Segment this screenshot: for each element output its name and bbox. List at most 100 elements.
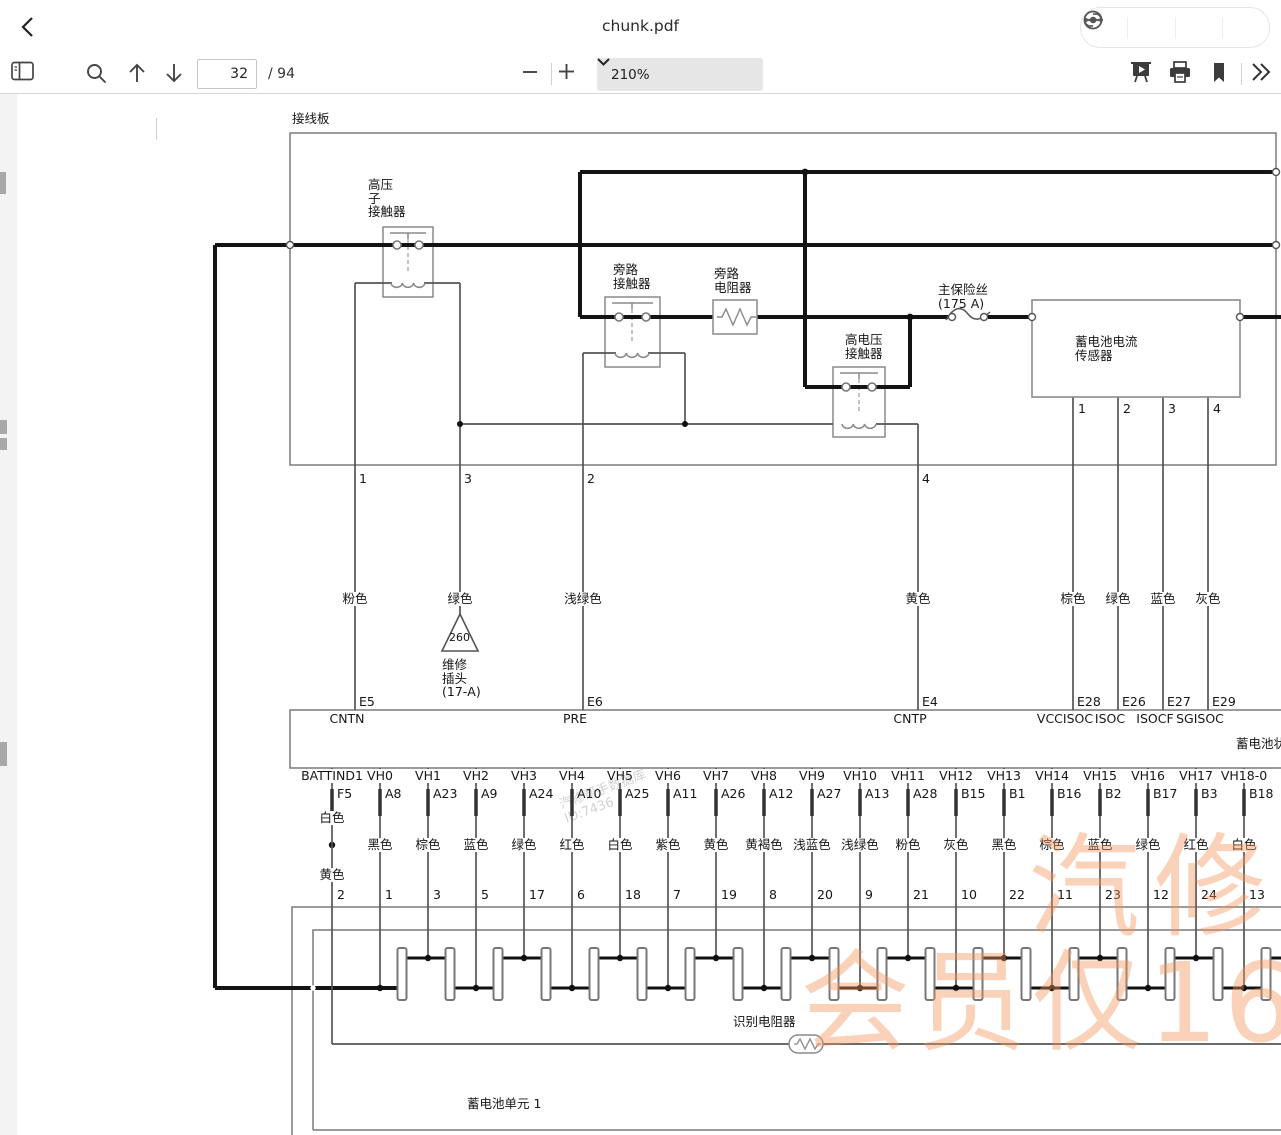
cell-wire-color: 黄褐色 — [744, 838, 784, 852]
cell-wire-color: 紫色 — [654, 838, 681, 852]
minimize-icon[interactable] — [1128, 8, 1174, 47]
cell-wire-vh: BATTIND1 — [300, 769, 364, 783]
cell-wire-pin: A10 — [577, 787, 601, 801]
cell-wire-color: 白色 — [1230, 838, 1257, 852]
cell-wire-vh: VH6 — [654, 769, 682, 783]
cell-wire-num: 17 — [529, 888, 545, 902]
terminal-wire-color: 浅绿色 — [563, 592, 603, 606]
cell-wire-pin: F5 — [337, 787, 352, 801]
cell-wire-vh: VH13 — [986, 769, 1022, 783]
cell-wire-num: 3 — [433, 888, 441, 902]
cell-wire-color: 蓝色 — [462, 838, 489, 852]
more-tools-icon[interactable] — [1248, 62, 1274, 86]
zoom-select[interactable]: 210% — [597, 58, 763, 91]
cell-wire-num: 24 — [1201, 888, 1217, 902]
cell-wire-color: 黑色 — [990, 838, 1017, 852]
cell-wire-pin: B18 — [1249, 787, 1273, 801]
cell-wire-num: 23 — [1105, 888, 1121, 902]
page-total: / 94 — [268, 66, 295, 82]
print-icon[interactable] — [1168, 61, 1194, 87]
presentation-icon[interactable] — [1129, 61, 1155, 87]
cell-wire-vh: VH11 — [890, 769, 926, 783]
service-plug-number: 260 — [449, 631, 470, 645]
terminal-wire-color: 棕色 — [1059, 592, 1086, 606]
cell-wire-vh: VH5 — [606, 769, 634, 783]
cell-wire-pin: B1 — [1009, 787, 1026, 801]
record-target-icon[interactable] — [1223, 8, 1269, 47]
terminal-wire-color: 绿色 — [446, 592, 473, 606]
board-wire-num: 2 — [587, 472, 595, 486]
chevron-down-icon — [597, 58, 610, 66]
zoom-out-icon[interactable] — [522, 64, 544, 84]
cell-wire-color: 绿色 — [510, 838, 537, 852]
battery-unit-label: 蓄电池单元 1 — [467, 1097, 541, 1111]
cell-wire-num: 9 — [865, 888, 873, 902]
cell-wire-vh: VH15 — [1082, 769, 1118, 783]
resistor-and-sensor — [442, 300, 1240, 1053]
terminal-wire-color: 蓝色 — [1149, 592, 1176, 606]
save-bookmark-icon[interactable] — [1208, 61, 1232, 87]
cell-wire-color: 粉色 — [894, 838, 921, 852]
toolbar-divider — [551, 63, 552, 85]
cell-wire-color: 黑色 — [366, 838, 393, 852]
terminal-wire-pin: E5 — [359, 695, 375, 709]
cell-wire-pin: B3 — [1201, 787, 1218, 801]
cell-wire-num: 18 — [625, 888, 641, 902]
page-panel-icon[interactable] — [11, 61, 37, 87]
terminal-wire-color: 黄色 — [904, 592, 931, 606]
cell-wire-pin: A9 — [481, 787, 498, 801]
cell-wire-vh: VH16 — [1130, 769, 1166, 783]
cell-wire-vh: VH18-0 — [1220, 769, 1268, 783]
cell-wire-num: 6 — [577, 888, 585, 902]
cell-wire-pin: A11 — [673, 787, 697, 801]
terminal-wire-pin: E29 — [1212, 695, 1236, 709]
cell-wire-color: 棕色 — [1038, 838, 1065, 852]
cell-wire-color: 绿色 — [1134, 838, 1161, 852]
window-controls-pill — [1080, 7, 1270, 48]
cell-wire-color: 灰色 — [942, 838, 969, 852]
toolbar-divider — [156, 118, 157, 140]
terminal-wire-pin: E26 — [1122, 695, 1146, 709]
cell-wire-vh: VH4 — [558, 769, 586, 783]
cell-wire-num: 22 — [1009, 888, 1025, 902]
cell-wire-pin: A24 — [529, 787, 553, 801]
terminal-wire-name: VCCISOC — [1037, 712, 1093, 726]
cell-wire-pin: A28 — [913, 787, 937, 801]
cell-wire-color: 白色 — [606, 838, 633, 852]
cell-wire-color: 红色 — [1182, 838, 1209, 852]
cell-wire-pin: A26 — [721, 787, 745, 801]
cell-wire-vh: VH8 — [750, 769, 778, 783]
cell-wire-vh: VH7 — [702, 769, 730, 783]
board-wire-num: 3 — [464, 472, 472, 486]
cell-wire-num: 20 — [817, 888, 833, 902]
cell-wire-vh: VH17 — [1178, 769, 1214, 783]
terminal-wire-pin: E4 — [922, 695, 938, 709]
terminal-wire-color: 绿色 — [1104, 592, 1131, 606]
terminal-wire-pin: E27 — [1167, 695, 1191, 709]
page-number-input[interactable] — [197, 59, 257, 89]
cell-wire-num: 7 — [673, 888, 681, 902]
board-label: 接线板 — [292, 112, 330, 126]
cell-wire-num: 8 — [769, 888, 777, 902]
zoom-in-icon[interactable] — [558, 63, 580, 85]
previous-page-icon[interactable] — [126, 61, 150, 87]
next-page-icon[interactable] — [163, 61, 187, 87]
wiring-diagram — [0, 0, 1281, 1135]
cell-wire-pin: A25 — [625, 787, 649, 801]
cell-wire-vh: VH2 — [462, 769, 490, 783]
terminal-wire-name: CNTP — [893, 712, 926, 726]
cell-wire-num: 12 — [1153, 888, 1169, 902]
pdf-viewer-window: 接线板 高压 子 接触器 旁路 接触器 旁路 电阻器 高电压 接触器 主保险丝 … — [0, 0, 1281, 1135]
terminal-wire-name: CNTN — [329, 712, 364, 726]
cell-wire-pin: A12 — [769, 787, 793, 801]
search-icon[interactable] — [85, 62, 109, 86]
id-resistor-label: 识别电阻器 — [733, 1015, 796, 1029]
cell-wire-vh: VH0 — [366, 769, 394, 783]
board-wire-num: 1 — [359, 472, 367, 486]
cell-wire-pin: B2 — [1105, 787, 1122, 801]
cell-wire-pin: B15 — [961, 787, 985, 801]
restore-window-icon[interactable] — [1176, 8, 1222, 47]
hv-sub-contactor-label: 高压 子 接触器 — [368, 178, 406, 219]
cell-wire-num: 10 — [961, 888, 977, 902]
terminal-wire-name: SGISOC — [1176, 712, 1224, 726]
